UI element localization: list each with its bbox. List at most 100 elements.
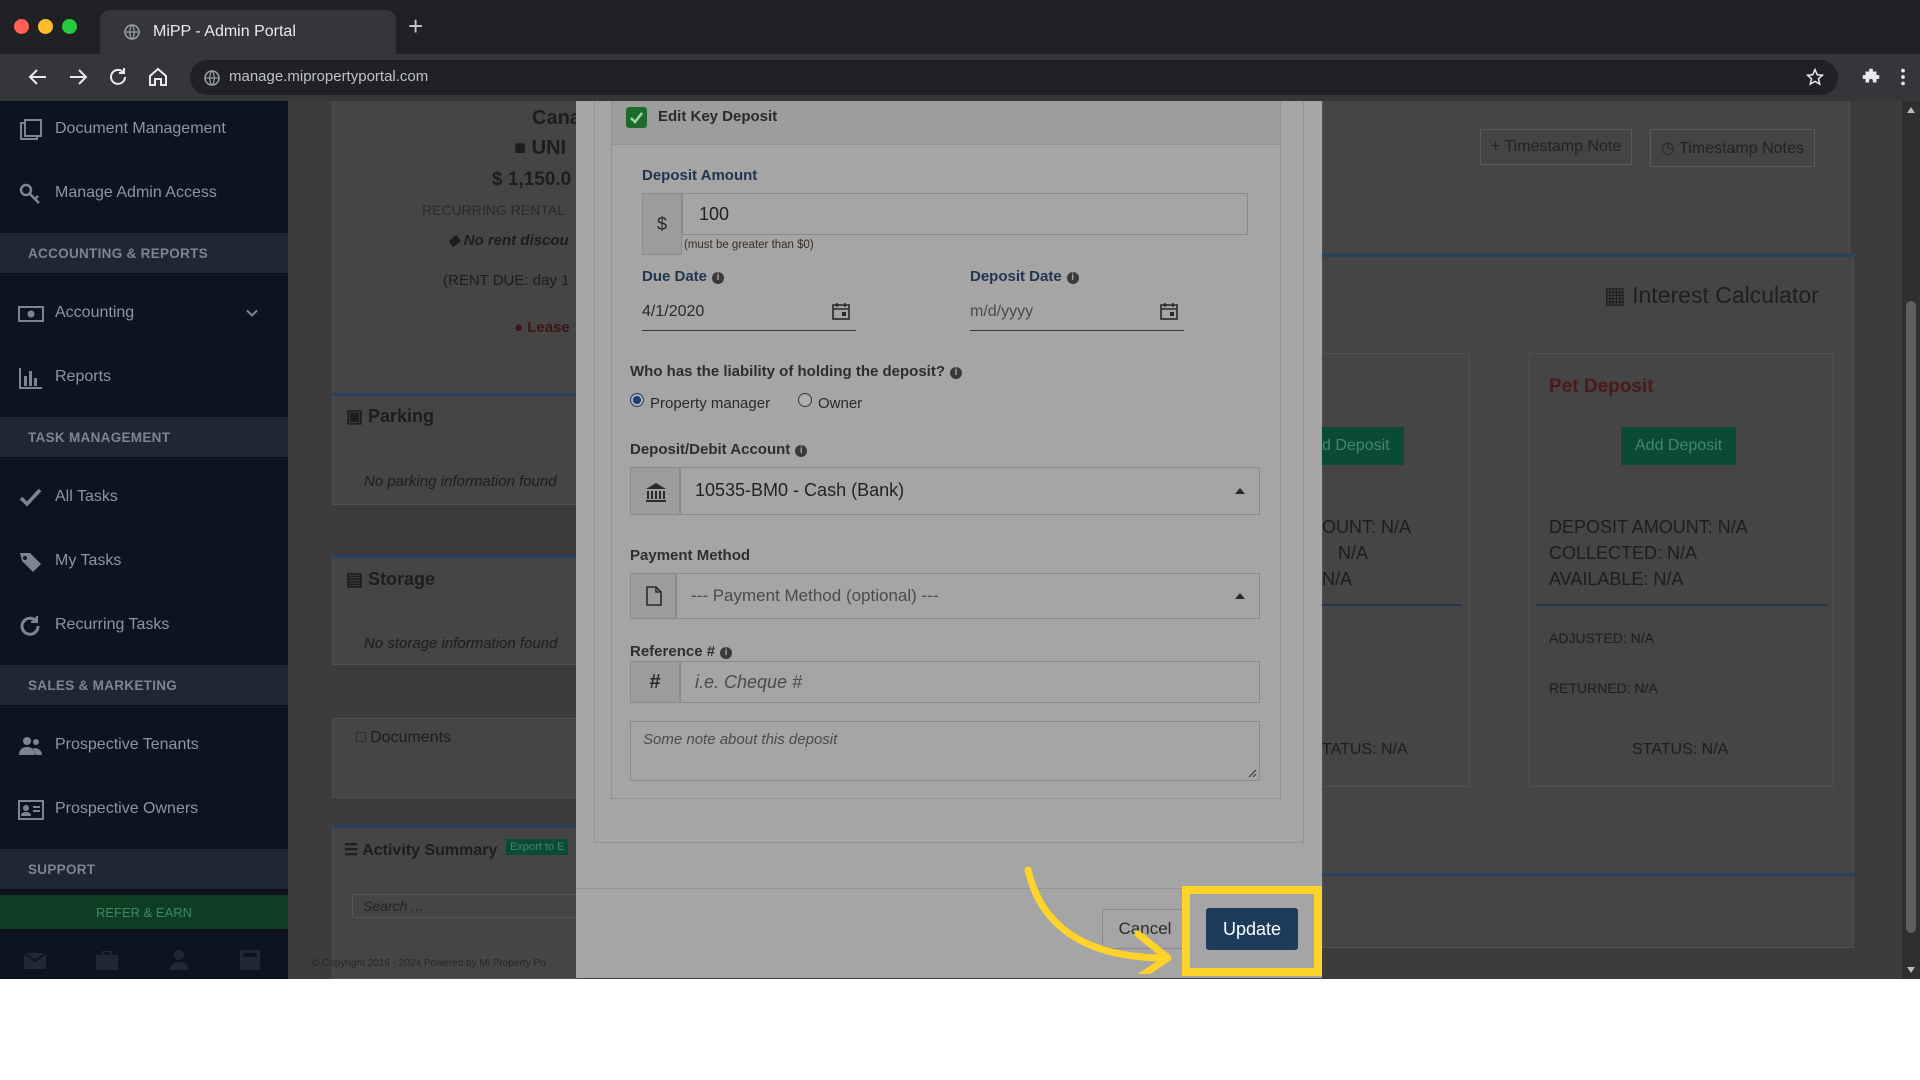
briefcase-icon[interactable] bbox=[96, 951, 118, 970]
maximize-window-icon[interactable] bbox=[62, 19, 77, 34]
add-pet-deposit-button[interactable]: Add Deposit bbox=[1621, 427, 1737, 465]
sidebar-item-manage-admin-access[interactable]: Manage Admin Access bbox=[0, 169, 288, 219]
account-select[interactable]: 10535-BM0 - Cash (Bank) bbox=[680, 467, 1260, 515]
divider bbox=[1322, 873, 1854, 876]
minimize-window-icon[interactable] bbox=[38, 19, 53, 34]
resize-handle-icon[interactable] bbox=[1247, 768, 1257, 778]
sidebar-item-accounting[interactable]: Accounting bbox=[0, 289, 288, 339]
sidebar-item-label: Manage Admin Access bbox=[55, 184, 217, 201]
sidebar-section-support: SUPPORT bbox=[0, 849, 288, 889]
key-deposit-amount: OUNT: N/A bbox=[1322, 517, 1412, 537]
info-icon[interactable]: i bbox=[1066, 272, 1079, 284]
rent-amount: $ 1,150.0 bbox=[492, 169, 572, 190]
pet-deposit-adjusted: ADJUSTED: N/A bbox=[1549, 630, 1655, 646]
page-scrollbar[interactable] bbox=[1902, 101, 1920, 979]
due-date-label: Due Date i bbox=[642, 268, 725, 285]
pet-deposit-status: STATUS: N/A bbox=[1632, 741, 1729, 758]
site-info-icon[interactable] bbox=[204, 70, 220, 86]
sidebar-item-prospective-tenants[interactable]: Prospective Tenants bbox=[0, 721, 288, 771]
deposit-amount-hint: (must be greater than $0) bbox=[684, 239, 814, 251]
scroll-down-icon[interactable] bbox=[1907, 967, 1915, 973]
new-tab-button[interactable]: + bbox=[408, 13, 423, 39]
deposit-amount-input[interactable]: 100 bbox=[682, 193, 1248, 235]
home-icon[interactable] bbox=[146, 65, 170, 89]
owner-label[interactable]: Owner bbox=[818, 395, 862, 412]
lease-warning[interactable]: ● Lease bbox=[514, 319, 570, 336]
payment-method-label: Payment Method bbox=[630, 547, 751, 564]
sidebar-item-label: Accounting bbox=[55, 304, 135, 321]
reference-input[interactable]: i.e. Cheque # bbox=[680, 661, 1260, 703]
key-deposit-available: N/A bbox=[1322, 569, 1353, 589]
deposit-date-input[interactable]: m/d/yyyy bbox=[970, 297, 1184, 331]
property-manager-label[interactable]: Property manager bbox=[650, 395, 770, 412]
page-viewport: Document Management Manage Admin Access … bbox=[0, 101, 1920, 979]
payment-method-select[interactable]: --- Payment Method (optional) --- bbox=[676, 573, 1260, 619]
caret-up-icon bbox=[1235, 488, 1245, 494]
browser-tab[interactable]: MiPP - Admin Portal bbox=[100, 10, 396, 54]
tab-title: MiPP - Admin Portal bbox=[153, 23, 296, 40]
bookmark-star-icon[interactable] bbox=[1806, 68, 1824, 86]
sidebar-item-reports[interactable]: Reports bbox=[0, 353, 288, 403]
sidebar-item-label: Prospective Tenants bbox=[55, 736, 199, 753]
parking-empty: No parking information found bbox=[364, 473, 557, 490]
deposit-note-textarea[interactable]: Some note about this deposit bbox=[630, 721, 1260, 781]
no-rent-discount: ◆ No rent discou bbox=[448, 232, 569, 249]
chevron-down-icon bbox=[246, 309, 258, 317]
divider bbox=[1536, 604, 1828, 606]
pet-deposit-title: Pet Deposit bbox=[1549, 376, 1654, 397]
sidebar-item-label: Document Management bbox=[55, 120, 226, 137]
refer-and-earn-button[interactable]: REFER & EARN bbox=[0, 895, 288, 929]
extensions-icon[interactable] bbox=[1860, 66, 1882, 88]
scroll-up-icon[interactable] bbox=[1907, 107, 1915, 113]
pet-deposit-returned: RETURNED: N/A bbox=[1549, 680, 1658, 696]
address-fragment: Cana bbox=[532, 107, 581, 129]
sidebar-item-label: Reports bbox=[55, 368, 112, 385]
user-icon[interactable] bbox=[170, 950, 188, 970]
info-icon[interactable]: i bbox=[795, 445, 808, 457]
info-icon[interactable]: i bbox=[950, 367, 962, 379]
sidebar-item-prospective-owners[interactable]: Prospective Owners bbox=[0, 785, 288, 835]
reload-icon[interactable] bbox=[106, 65, 130, 89]
info-icon[interactable]: i bbox=[720, 647, 733, 659]
document-icon bbox=[646, 586, 662, 606]
storage-empty: No storage information found bbox=[364, 635, 558, 652]
back-icon[interactable] bbox=[26, 65, 50, 89]
calendar-icon[interactable] bbox=[832, 302, 850, 320]
activity-search-input[interactable]: Search ... bbox=[352, 894, 582, 918]
timestamp-notes-button[interactable]: ◷ Timestamp Notes bbox=[1650, 129, 1815, 167]
owner-radio[interactable] bbox=[798, 393, 812, 407]
tag-icon bbox=[20, 553, 41, 572]
bank-addon bbox=[630, 467, 680, 515]
pet-deposit-collected: COLLECTED: N/A bbox=[1549, 543, 1698, 563]
calendar-icon[interactable] bbox=[1160, 302, 1178, 320]
property-manager-radio[interactable] bbox=[630, 393, 644, 407]
forward-icon[interactable] bbox=[66, 65, 90, 89]
interest-calculator-link[interactable]: ▦ Interest Calculator bbox=[1604, 282, 1819, 309]
sidebar-item-label: My Tasks bbox=[55, 552, 122, 569]
add-key-deposit-button[interactable]: d Deposit bbox=[1322, 427, 1404, 465]
due-date-input[interactable]: 4/1/2020 bbox=[642, 297, 856, 331]
timestamp-note-button[interactable]: + Timestamp Note bbox=[1480, 129, 1633, 165]
pet-deposit-available: AVAILABLE: N/A bbox=[1549, 569, 1684, 589]
sidebar-item-all-tasks[interactable]: All Tasks bbox=[0, 473, 288, 523]
mail-icon[interactable] bbox=[24, 953, 46, 969]
export-button[interactable]: Export to E bbox=[506, 839, 569, 855]
calculator-icon[interactable] bbox=[240, 950, 260, 970]
scrollbar-thumb[interactable] bbox=[1906, 301, 1916, 933]
unit-label: ■ UNI bbox=[514, 137, 567, 159]
sidebar-item-recurring-tasks[interactable]: Recurring Tasks bbox=[0, 601, 288, 651]
sidebar-section-accounting: ACCOUNTING & REPORTS bbox=[0, 233, 288, 273]
edit-key-deposit-checkbox[interactable] bbox=[626, 107, 647, 128]
sidebar-item-document-management[interactable]: Document Management bbox=[0, 105, 288, 155]
caret-up-icon bbox=[1235, 593, 1245, 599]
tutorial-arrow-icon bbox=[1024, 866, 1172, 974]
close-window-icon[interactable] bbox=[14, 19, 29, 34]
sidebar-item-my-tasks[interactable]: My Tasks bbox=[0, 537, 288, 587]
browser-menu-icon[interactable] bbox=[1892, 66, 1914, 88]
sidebar: Document Management Manage Admin Access … bbox=[0, 101, 288, 979]
folder-icon bbox=[20, 119, 42, 140]
sidebar-section-task-management: TASK MANAGEMENT bbox=[0, 417, 288, 457]
sidebar-footer-icons bbox=[0, 943, 288, 979]
address-bar[interactable]: manage.mipropertyportal.com bbox=[190, 60, 1838, 95]
info-icon[interactable]: i bbox=[712, 272, 725, 284]
